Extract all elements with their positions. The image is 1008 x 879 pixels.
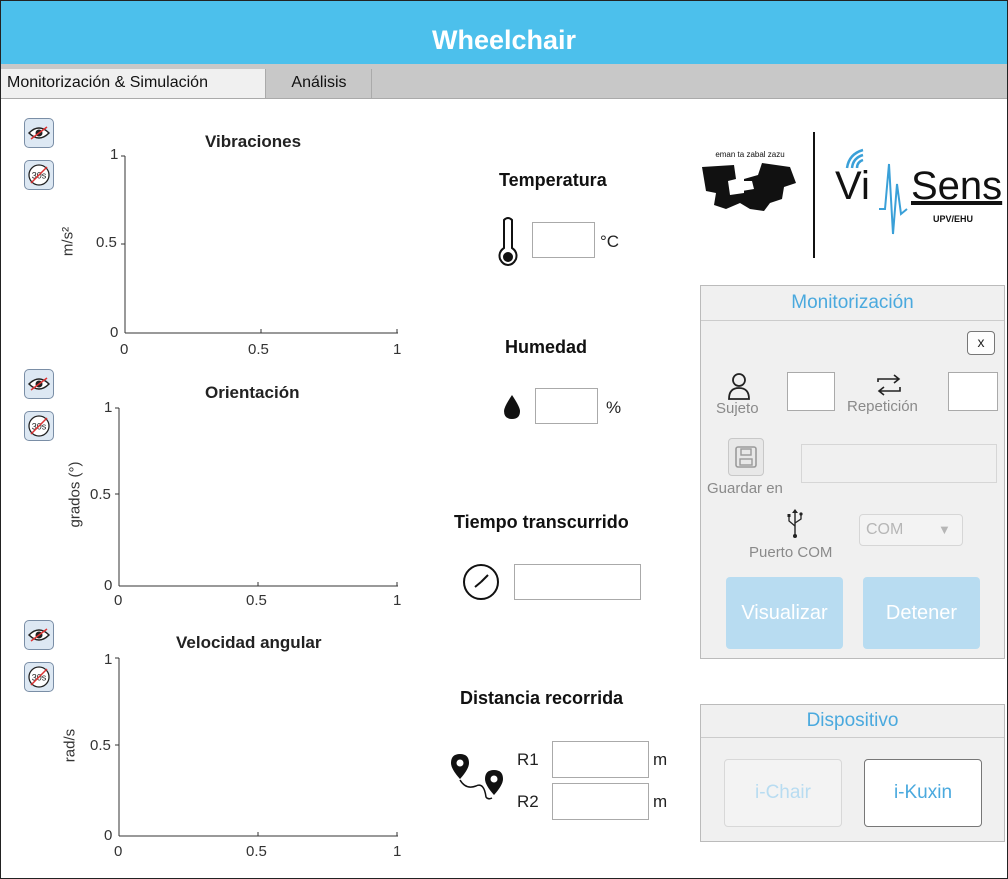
monitor-title: Monitorización [701, 286, 1004, 321]
xtick: 1 [393, 843, 402, 860]
chart-title-orientacion: Orientación [205, 383, 300, 402]
route-pins-icon [451, 754, 503, 800]
temperature-field[interactable] [532, 222, 595, 258]
temperature-title: Temperatura [499, 170, 607, 190]
logo-sub: UPV/EHU [933, 214, 974, 224]
xtick: 0 [114, 843, 123, 860]
30s-off-icon: 30s [28, 415, 50, 437]
logo-vi: Vi [835, 164, 870, 208]
subject-label: Sujeto [716, 400, 759, 417]
ylabel-vibraciones: m/s² [59, 226, 77, 257]
floppy-disk-icon [735, 446, 757, 468]
repeat-icon [877, 374, 901, 396]
xtick: 0.5 [248, 341, 269, 358]
timer-off-button[interactable]: 30s [24, 411, 54, 441]
eye-icon [28, 628, 50, 642]
port-select[interactable]: COM ▼ [859, 514, 963, 546]
xtick: 1 [393, 341, 402, 358]
signal-wave-icon [879, 163, 908, 235]
close-button[interactable]: x [967, 331, 995, 355]
r2-unit: m [653, 792, 668, 811]
elapsed-field[interactable] [514, 564, 641, 600]
repetition-label: Repetición [847, 398, 918, 415]
clock-icon [463, 564, 499, 600]
timer-off-button[interactable]: 30s [24, 662, 54, 692]
repetition-field[interactable] [948, 372, 998, 411]
eye-icon [28, 126, 50, 140]
view-button[interactable] [24, 620, 54, 650]
user-icon [728, 373, 750, 400]
vinsens-logo: Vi Sens UPV/EHU [833, 140, 1003, 250]
ytick: 0.5 [90, 737, 111, 754]
xtick: 0 [120, 341, 129, 358]
chevron-down-icon: ▼ [938, 522, 951, 537]
chart-vibraciones-axes [121, 155, 398, 334]
tab-analisis[interactable]: Análisis [267, 69, 372, 98]
port-label: Puerto COM [749, 544, 833, 561]
r2-field[interactable] [552, 783, 649, 820]
subject-field[interactable] [787, 372, 835, 411]
r2-label: R2 [517, 792, 539, 811]
view-button[interactable] [24, 369, 54, 399]
ytick: 0.5 [96, 234, 117, 251]
xtick: 0.5 [246, 592, 267, 609]
r1-label: R1 [517, 750, 539, 769]
save-path-field[interactable] [801, 444, 997, 483]
device-title: Dispositivo [701, 705, 1004, 738]
ylabel-velocidad: rad/s [61, 728, 79, 763]
tree-logo-icon [702, 163, 796, 211]
eye-icon [28, 377, 50, 391]
view-button[interactable] [24, 118, 54, 148]
thermometer-icon [498, 217, 518, 266]
app-title: Wheelchair [1, 1, 1007, 64]
humidity-field[interactable] [535, 388, 598, 424]
temperature-unit: °C [600, 232, 620, 251]
logo-sens: Sens [911, 164, 1003, 208]
ichair-button[interactable]: i-Chair [724, 759, 842, 827]
tab-bar: Monitorización & Simulación Análisis [1, 64, 1007, 99]
xtick: 0.5 [246, 843, 267, 860]
save-label: Guardar en [707, 480, 783, 497]
chart-orientacion-axes [115, 407, 398, 587]
logo-caption: eman ta zabal zazu [715, 150, 785, 159]
r1-field[interactable] [552, 741, 649, 778]
tab-monitorizacion[interactable]: Monitorización & Simulación [1, 69, 266, 98]
ylabel-orientacion: grados (°) [66, 461, 84, 528]
elapsed-title: Tiempo transcurrido [454, 512, 629, 532]
30s-off-icon: 30s [28, 164, 50, 186]
r1-unit: m [653, 750, 668, 769]
usb-icon [787, 509, 803, 538]
upv-ehu-logo: eman ta zabal zazu [700, 150, 800, 218]
device-panel: Dispositivo i-Chair i-Kuxin [700, 704, 1005, 842]
stop-button[interactable]: Detener [863, 577, 980, 649]
30s-off-icon: 30s [28, 666, 50, 688]
port-select-value: COM [866, 521, 904, 538]
humidity-title: Humedad [505, 337, 588, 357]
droplet-icon [504, 395, 520, 419]
xtick: 1 [393, 592, 402, 609]
ikuxin-button[interactable]: i-Kuxin [864, 759, 982, 827]
visualize-button[interactable]: Visualizar [726, 577, 843, 649]
chart-title-vibraciones: Vibraciones [205, 132, 302, 151]
logo-divider [813, 132, 815, 258]
save-button[interactable] [728, 438, 764, 476]
chart-title-velocidad: Velocidad angular [176, 633, 322, 652]
chart-velocidad-axes [115, 657, 398, 837]
monitor-panel: Monitorización x Sujeto Repetición Guard… [700, 285, 1005, 659]
ytick: 0.5 [90, 486, 111, 503]
humidity-unit: % [606, 398, 622, 417]
xtick: 0 [114, 592, 123, 609]
distance-title: Distancia recorrida [460, 688, 624, 708]
timer-off-button[interactable]: 30s [24, 160, 54, 190]
